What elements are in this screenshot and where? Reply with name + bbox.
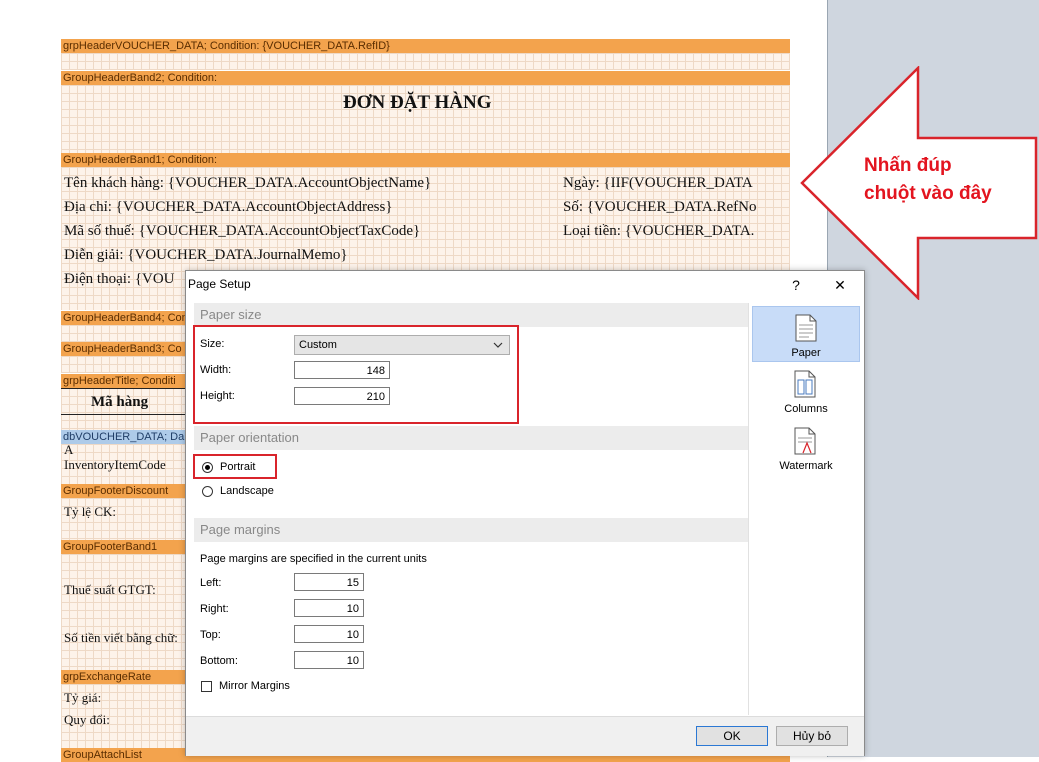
field-currency[interactable]: Loại tiền: {VOUCHER_DATA. [563, 223, 754, 240]
tab-columns-label: Columns [784, 403, 828, 415]
callout-text: Nhấn đúp chuột vào đây [864, 152, 992, 208]
field-ref-no[interactable]: Số: {VOUCHER_DATA.RefNo [563, 199, 757, 216]
settings-panel: Paper size Size: Custom Width: 148 Heigh… [186, 303, 749, 715]
section-page-margins: Page margins [194, 518, 748, 542]
margin-right-label: Right: [200, 603, 229, 615]
field-converted[interactable]: Quy đổi: [64, 712, 110, 728]
margins-note: Page margins are specified in the curren… [200, 553, 427, 565]
callout-line-2: chuột vào đây [864, 183, 992, 204]
section-paper-orientation: Paper orientation [194, 426, 748, 450]
tab-paper-label: Paper [791, 347, 821, 359]
highlight-portrait [193, 454, 277, 479]
field-address[interactable]: Địa chỉ: {VOUCHER_DATA.AccountObjectAddr… [64, 199, 393, 216]
detail-item-code-a[interactable]: A [64, 442, 73, 458]
band-body-title[interactable]: ĐƠN ĐẶT HÀNG [61, 85, 790, 153]
tab-watermark-label: Watermark [779, 460, 833, 472]
landscape-label[interactable]: Landscape [220, 485, 274, 497]
band-group-header-1[interactable]: GroupHeaderBand1; Condition: [61, 153, 790, 167]
tab-sidebar: Paper Columns Watermark [749, 303, 863, 715]
band-group-header-2[interactable]: GroupHeaderBand2; Condition: [61, 71, 790, 85]
help-button[interactable]: ? [776, 271, 816, 299]
page-setup-dialog: Page Setup ? ✕ Paper size Size: Custom W… [185, 270, 865, 756]
margin-bottom-input[interactable]: 10 [294, 651, 364, 669]
callout-line-1: Nhấn đúp [864, 155, 952, 176]
margin-bottom-label: Bottom: [200, 655, 238, 667]
report-title[interactable]: ĐƠN ĐẶT HÀNG [343, 92, 492, 114]
margin-top-input[interactable]: 10 [294, 625, 364, 643]
highlight-paper-size [193, 325, 519, 424]
paper-icon [795, 314, 817, 342]
column-item-code-header[interactable]: Mã hàng [91, 394, 148, 411]
field-amount-words[interactable]: Số tiền viết bằng chữ: [64, 630, 178, 646]
field-vat-rate[interactable]: Thuế suất GTGT: [64, 582, 156, 598]
tab-paper[interactable]: Paper [752, 306, 860, 362]
dialog-footer: OK Hủy bỏ [186, 716, 864, 756]
margin-left-label: Left: [200, 577, 222, 589]
field-date[interactable]: Ngày: {IIF(VOUCHER_DATA [563, 175, 753, 192]
landscape-radio[interactable] [202, 486, 213, 497]
field-memo[interactable]: Diễn giải: {VOUCHER_DATA.JournalMemo} [64, 247, 348, 264]
columns-icon [794, 370, 816, 398]
close-button[interactable]: ✕ [820, 271, 860, 299]
mirror-margins-checkbox[interactable] [201, 681, 212, 692]
field-discount-rate[interactable]: Tỷ lệ CK: [64, 504, 116, 520]
field-tax-code[interactable]: Mã số thuế: {VOUCHER_DATA.AccountObjectT… [64, 223, 420, 240]
band-body-voucher[interactable] [61, 53, 790, 70]
dialog-title: Page Setup [188, 277, 251, 291]
field-customer-name[interactable]: Tên khách hàng: {VOUCHER_DATA.AccountObj… [64, 175, 431, 192]
band-db-voucher-data[interactable]: dbVOUCHER_DATA; Da [61, 430, 185, 444]
field-exchange-rate[interactable]: Tỷ giá: [64, 690, 101, 706]
mirror-margins-label[interactable]: Mirror Margins [219, 680, 290, 692]
field-phone[interactable]: Điện thoại: {VOU [64, 271, 175, 288]
detail-item-code-field[interactable]: InventoryItemCode [64, 457, 166, 473]
margin-left-input[interactable]: 15 [294, 573, 364, 591]
tab-watermark[interactable]: Watermark [752, 420, 860, 476]
watermark-icon [794, 427, 816, 455]
close-icon: ✕ [834, 277, 846, 293]
band-grp-header-voucher[interactable]: grpHeaderVOUCHER_DATA; Condition: {VOUCH… [61, 39, 790, 53]
ok-button[interactable]: OK [696, 726, 768, 746]
cancel-button[interactable]: Hủy bỏ [776, 726, 848, 746]
section-paper-size: Paper size [194, 303, 748, 327]
margin-right-input[interactable]: 10 [294, 599, 364, 617]
margin-top-label: Top: [200, 629, 221, 641]
tab-columns[interactable]: Columns [752, 363, 860, 419]
